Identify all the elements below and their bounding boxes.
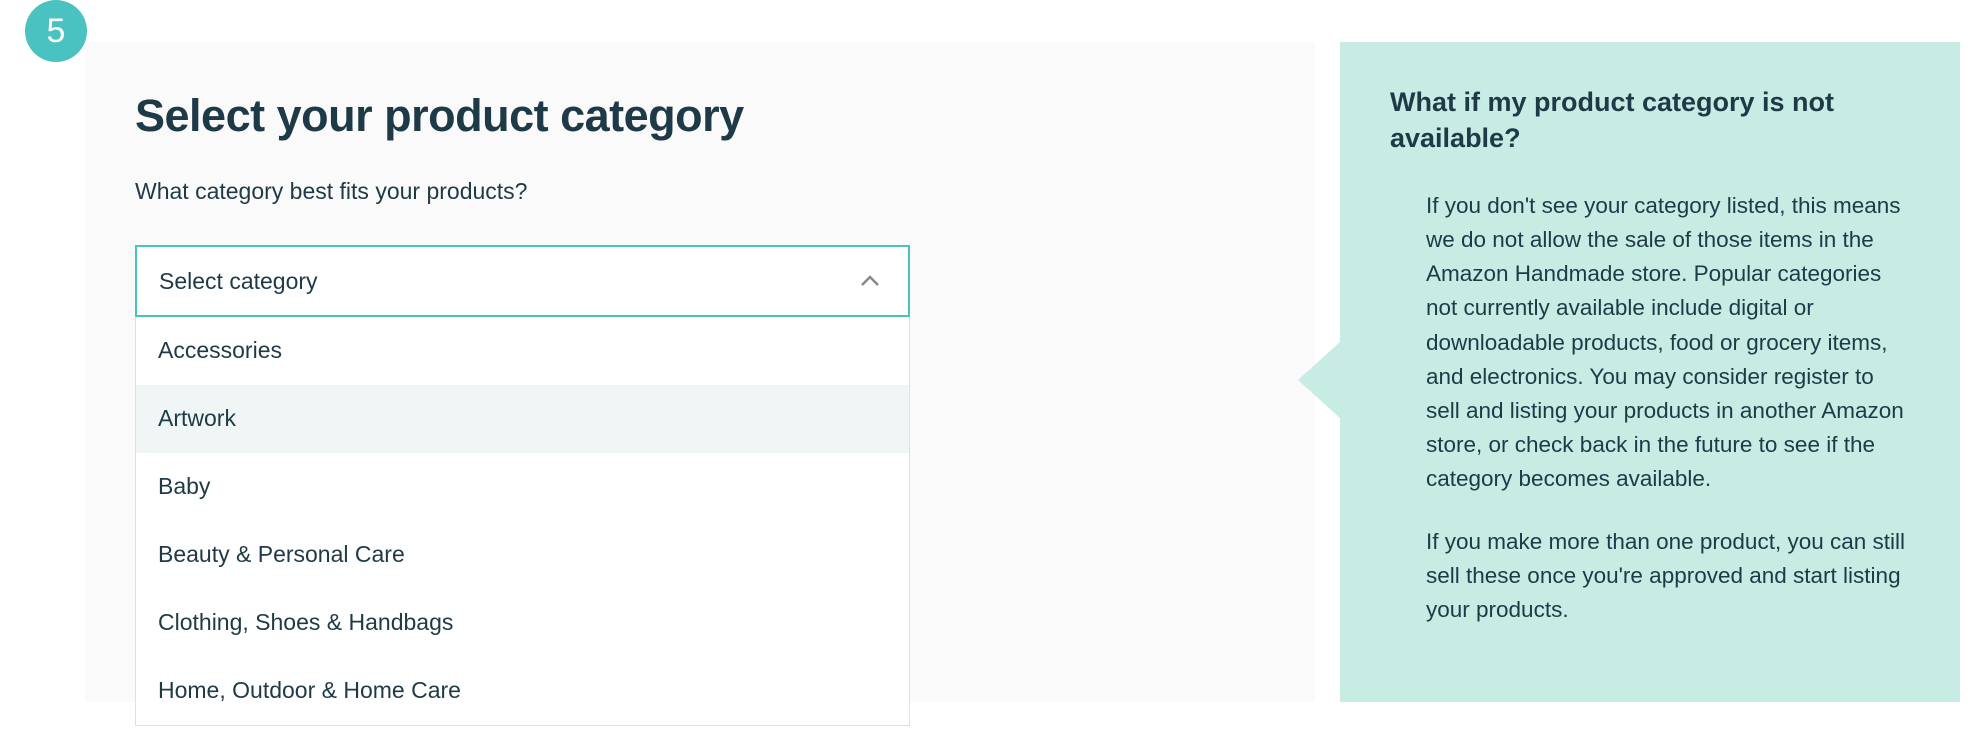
category-select-header[interactable]: Select category (135, 245, 910, 317)
step-number-badge: 5 (25, 0, 87, 62)
category-option-home[interactable]: Home, Outdoor & Home Care (136, 657, 909, 725)
category-select-placeholder: Select category (159, 268, 318, 295)
step-number: 5 (47, 12, 66, 51)
callout-arrow-icon (1298, 342, 1340, 418)
callout-title: What if my product category is not avail… (1390, 84, 1912, 157)
category-select-options: Accessories Artwork Baby Beauty & Person… (135, 317, 910, 726)
callout-body: If you don't see your category listed, t… (1426, 189, 1912, 627)
category-option-accessories[interactable]: Accessories (136, 317, 909, 385)
help-callout-panel: What if my product category is not avail… (1340, 42, 1960, 702)
category-question: What category best fits your products? (135, 178, 1285, 205)
category-option-clothing[interactable]: Clothing, Shoes & Handbags (136, 589, 909, 657)
category-option-artwork[interactable]: Artwork (136, 385, 909, 453)
category-option-beauty[interactable]: Beauty & Personal Care (136, 521, 909, 589)
callout-paragraph-1: If you don't see your category listed, t… (1426, 189, 1912, 497)
category-option-baby[interactable]: Baby (136, 453, 909, 521)
chevron-up-icon (860, 275, 880, 287)
page-title: Select your product category (135, 90, 1285, 142)
callout-paragraph-2: If you make more than one product, you c… (1426, 525, 1912, 628)
category-select: Select category Accessories Artwork Baby… (135, 245, 910, 726)
main-panel: Select your product category What catego… (85, 42, 1315, 702)
